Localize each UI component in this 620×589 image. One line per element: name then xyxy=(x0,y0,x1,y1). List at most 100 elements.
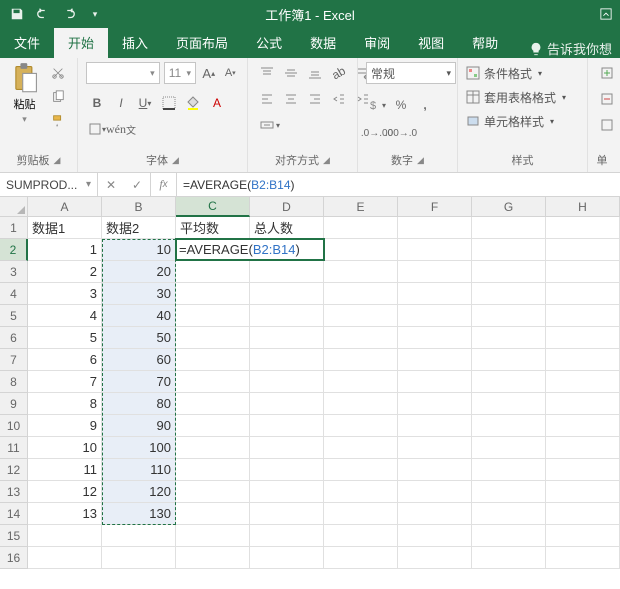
cell-E6[interactable] xyxy=(324,327,398,349)
cell-F9[interactable] xyxy=(398,393,472,415)
cell-H10[interactable] xyxy=(546,415,620,437)
tab-file[interactable]: 文件 xyxy=(0,27,54,58)
cell-C10[interactable] xyxy=(176,415,250,437)
fill-color-icon[interactable] xyxy=(182,92,204,114)
cell-B13[interactable]: 120 xyxy=(102,481,176,503)
cell-H2[interactable] xyxy=(546,239,620,261)
orientation-icon[interactable]: ab xyxy=(328,62,350,84)
cell-D4[interactable] xyxy=(250,283,324,305)
tab-insert[interactable]: 插入 xyxy=(108,27,162,58)
cell-E2[interactable] xyxy=(324,239,398,261)
copy-icon[interactable] xyxy=(47,86,69,108)
align-bottom-icon[interactable] xyxy=(304,62,326,84)
cell-B14[interactable]: 130 xyxy=(102,503,176,525)
cell-A4[interactable]: 3 xyxy=(28,283,102,305)
tell-me-search[interactable]: 告诉我你想 xyxy=(529,39,620,58)
comma-format-icon[interactable]: , xyxy=(414,94,436,116)
underline-button[interactable]: U▾ xyxy=(134,92,156,114)
column-header-D[interactable]: D xyxy=(250,197,324,217)
cell-H3[interactable] xyxy=(546,261,620,283)
cell-A13[interactable]: 12 xyxy=(28,481,102,503)
cell-E3[interactable] xyxy=(324,261,398,283)
cell-E10[interactable] xyxy=(324,415,398,437)
cell-E16[interactable] xyxy=(324,547,398,569)
cell-D8[interactable] xyxy=(250,371,324,393)
cell-G10[interactable] xyxy=(472,415,546,437)
enter-formula-icon[interactable]: ✓ xyxy=(124,178,150,192)
redo-icon[interactable] xyxy=(58,3,80,25)
number-format-combo[interactable]: 常规▾ xyxy=(366,62,456,84)
row-header-7[interactable]: 7 xyxy=(0,349,28,371)
paste-button[interactable]: 粘贴 ▾ xyxy=(8,62,41,125)
row-header-2[interactable]: 2 xyxy=(0,239,28,261)
cell-D1[interactable]: 总人数 xyxy=(250,217,324,239)
cell-H16[interactable] xyxy=(546,547,620,569)
namebox-dropdown-icon[interactable]: ▾ xyxy=(86,179,91,190)
cell-H5[interactable] xyxy=(546,305,620,327)
cell-B5[interactable]: 40 xyxy=(102,305,176,327)
italic-button[interactable]: I xyxy=(110,92,132,114)
cell-F15[interactable] xyxy=(398,525,472,547)
undo-icon[interactable] xyxy=(32,3,54,25)
cell-D16[interactable] xyxy=(250,547,324,569)
align-middle-icon[interactable] xyxy=(280,62,302,84)
cell-F14[interactable] xyxy=(398,503,472,525)
cell-D6[interactable] xyxy=(250,327,324,349)
format-painter-icon[interactable] xyxy=(47,110,69,132)
cell-E14[interactable] xyxy=(324,503,398,525)
cell-D10[interactable] xyxy=(250,415,324,437)
cell-B3[interactable]: 20 xyxy=(102,261,176,283)
cell-D12[interactable] xyxy=(250,459,324,481)
cell-C8[interactable] xyxy=(176,371,250,393)
percent-format-icon[interactable]: % xyxy=(390,94,412,116)
cell-A7[interactable]: 6 xyxy=(28,349,102,371)
column-header-F[interactable]: F xyxy=(398,197,472,217)
column-header-H[interactable]: H xyxy=(546,197,620,217)
cell-F4[interactable] xyxy=(398,283,472,305)
cell-B9[interactable]: 80 xyxy=(102,393,176,415)
cut-icon[interactable] xyxy=(47,62,69,84)
cell-F6[interactable] xyxy=(398,327,472,349)
font-name-combo[interactable]: ▾ xyxy=(86,62,160,84)
cell-B2[interactable]: 10 xyxy=(102,239,176,261)
cell-G13[interactable] xyxy=(472,481,546,503)
name-box[interactable]: SUMPROD...▾ xyxy=(0,173,98,196)
cell-A10[interactable]: 9 xyxy=(28,415,102,437)
cell-C3[interactable] xyxy=(176,261,250,283)
row-header-3[interactable]: 3 xyxy=(0,261,28,283)
tab-review[interactable]: 审阅 xyxy=(350,27,404,58)
cell-H15[interactable] xyxy=(546,525,620,547)
align-center-icon[interactable] xyxy=(280,88,302,110)
cell-C7[interactable] xyxy=(176,349,250,371)
row-header-16[interactable]: 16 xyxy=(0,547,28,569)
cell-H11[interactable] xyxy=(546,437,620,459)
cell-C13[interactable] xyxy=(176,481,250,503)
row-header-12[interactable]: 12 xyxy=(0,459,28,481)
row-header-15[interactable]: 15 xyxy=(0,525,28,547)
cell-A9[interactable]: 8 xyxy=(28,393,102,415)
cell-B16[interactable] xyxy=(102,547,176,569)
cell-E1[interactable] xyxy=(324,217,398,239)
cell-A2[interactable]: 1 xyxy=(28,239,102,261)
tab-view[interactable]: 视图 xyxy=(404,27,458,58)
cell-E12[interactable] xyxy=(324,459,398,481)
cell-D13[interactable] xyxy=(250,481,324,503)
cell-G5[interactable] xyxy=(472,305,546,327)
cell-E7[interactable] xyxy=(324,349,398,371)
cell-D7[interactable] xyxy=(250,349,324,371)
row-header-1[interactable]: 1 xyxy=(0,217,28,239)
align-left-icon[interactable] xyxy=(256,88,278,110)
cell-B7[interactable]: 60 xyxy=(102,349,176,371)
row-header-11[interactable]: 11 xyxy=(0,437,28,459)
font-color-icon[interactable]: A xyxy=(206,92,228,114)
cell-A12[interactable]: 11 xyxy=(28,459,102,481)
conditional-formatting-button[interactable]: 条件格式▾ xyxy=(466,62,542,84)
column-header-G[interactable]: G xyxy=(472,197,546,217)
cell-H9[interactable] xyxy=(546,393,620,415)
font-size-combo[interactable]: 11▾ xyxy=(164,62,196,84)
cell-F8[interactable] xyxy=(398,371,472,393)
cell-B6[interactable]: 50 xyxy=(102,327,176,349)
cell-E5[interactable] xyxy=(324,305,398,327)
row-header-10[interactable]: 10 xyxy=(0,415,28,437)
cell-G15[interactable] xyxy=(472,525,546,547)
